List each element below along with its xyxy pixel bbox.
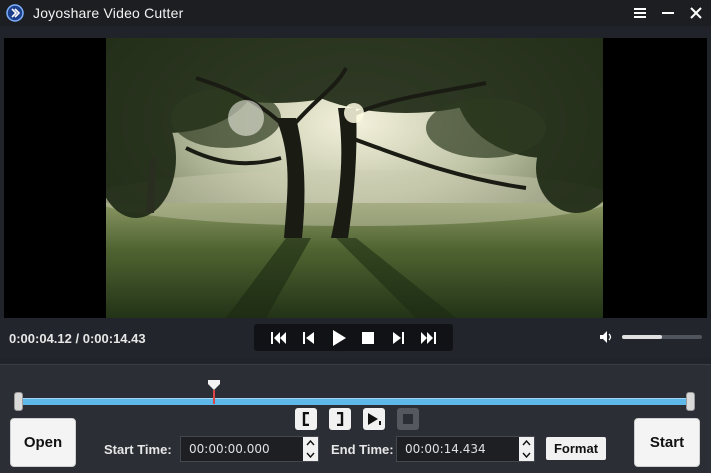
start-time-stepper[interactable] (303, 437, 318, 461)
segment-controls (295, 408, 419, 430)
minimize-icon[interactable] (661, 6, 675, 20)
volume-slider[interactable] (622, 335, 702, 339)
play-icon[interactable] (329, 328, 349, 348)
step-back-icon[interactable] (299, 328, 319, 348)
end-time-value: 00:00:14.434 (405, 442, 486, 456)
mark-start-icon[interactable] (295, 408, 317, 430)
close-icon[interactable] (689, 6, 703, 20)
start-time-value: 00:00:00.000 (189, 442, 270, 456)
start-time-label: Start Time: (104, 442, 172, 457)
stop-segment-icon[interactable] (397, 408, 419, 430)
app-title: Joyoshare Video Cutter (33, 5, 184, 21)
end-time-field[interactable]: 00:00:14.434 (396, 436, 535, 462)
video-stage (4, 38, 707, 318)
app-logo-icon (6, 4, 24, 22)
mark-end-icon[interactable] (329, 408, 351, 430)
open-button[interactable]: Open (10, 418, 76, 467)
skip-back-icon[interactable] (269, 328, 289, 348)
step-forward-icon[interactable] (388, 328, 408, 348)
timeline-start-handle[interactable] (14, 392, 23, 411)
end-time-label: End Time: (331, 442, 394, 457)
video-preview (106, 38, 603, 318)
time-readout: 0:00:04.12 / 0:00:14.43 (9, 331, 146, 346)
volume-slider-fill (622, 335, 662, 339)
start-button[interactable]: Start (634, 418, 700, 467)
timeline-track[interactable] (20, 398, 690, 405)
chevron-up-icon[interactable] (522, 440, 531, 446)
format-button[interactable]: Format (546, 437, 606, 460)
end-time-stepper[interactable] (519, 437, 534, 461)
preview-segment-icon[interactable] (363, 408, 385, 430)
chevron-down-icon[interactable] (306, 452, 315, 458)
chevron-down-icon[interactable] (522, 452, 531, 458)
playhead-marker[interactable] (207, 380, 221, 404)
start-time-field[interactable]: 00:00:00.000 (180, 436, 319, 462)
volume-control (600, 331, 702, 343)
hamburger-menu-icon[interactable] (633, 6, 647, 20)
stop-icon[interactable] (358, 328, 378, 348)
player-controls: 0:00:04.12 / 0:00:14.43 (0, 318, 711, 358)
timeline-end-handle[interactable] (686, 392, 695, 411)
skip-forward-icon[interactable] (418, 328, 438, 348)
title-bar: Joyoshare Video Cutter (0, 0, 711, 26)
playback-toolbar (254, 324, 453, 351)
chevron-up-icon[interactable] (306, 440, 315, 446)
speaker-icon[interactable] (600, 331, 614, 343)
